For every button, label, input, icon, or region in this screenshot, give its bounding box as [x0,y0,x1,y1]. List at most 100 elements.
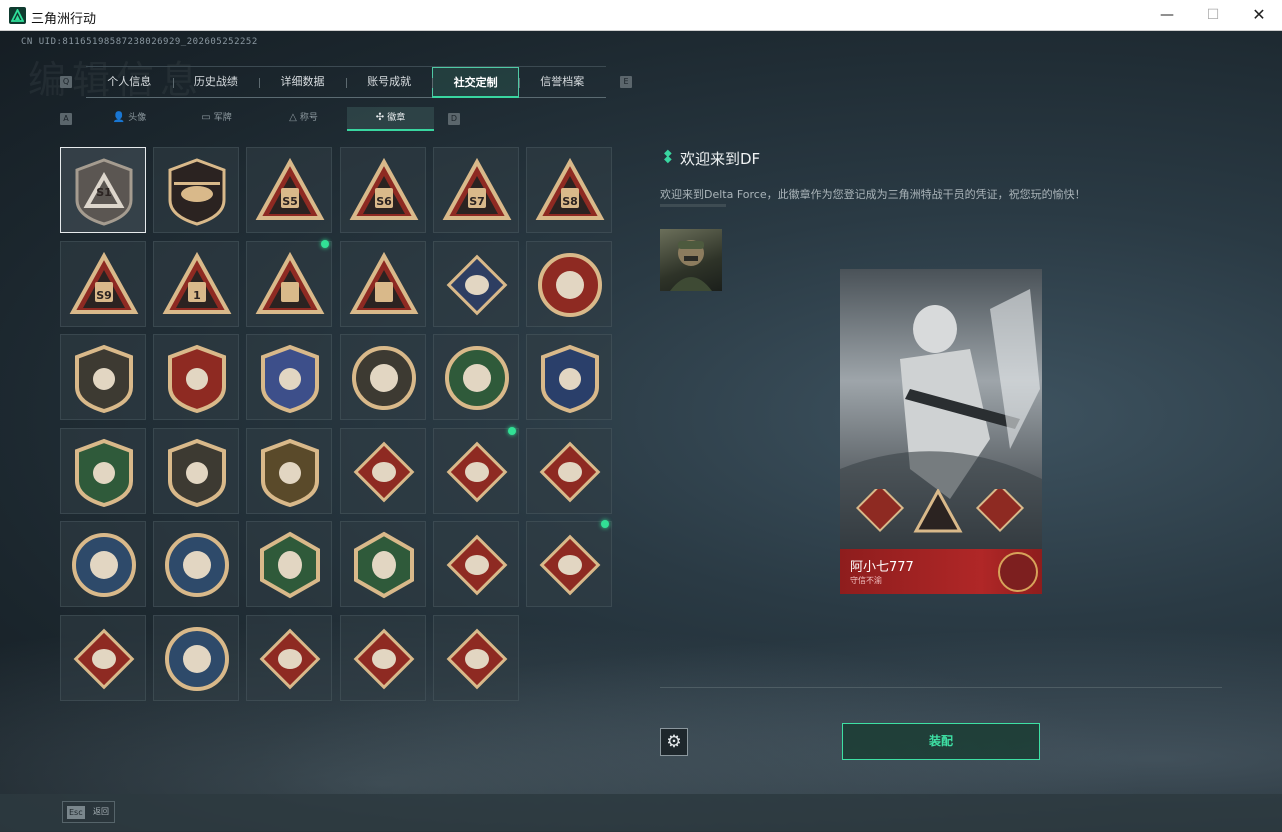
tab-separator [172,78,174,88]
badge-diamond-red-icon [539,534,601,596]
subtab-1[interactable]: 👤 头像 [86,107,173,131]
badge-slot[interactable] [339,334,426,420]
subtab-4[interactable]: ✣ 徽章 [347,107,434,131]
card-name-bar: 阿小七777 守信不渝 [840,549,1042,594]
back-button[interactable]: Esc 返回 [62,801,115,823]
badge-slot[interactable]: S1 [60,147,146,233]
badge-slot[interactable]: 1 [153,240,240,327]
equip-button[interactable]: 装配 [842,723,1040,760]
new-indicator-dot [321,239,330,248]
main-tabs: 个人信息 历史战绩 详细数据 账号成就 社交定制 信誉档案 [86,66,606,98]
app-window: 三角洲行动 — ☐ ✕ 编辑信息 CN UID:8116519858723802… [0,0,1282,832]
badge-round-blue-icon [165,626,230,691]
badge-slot[interactable]: S5 [246,147,333,233]
badge-slot[interactable] [432,240,519,327]
subtab-label: 头像 [128,113,147,123]
badge-slot[interactable] [153,147,240,233]
badge-tri-icon: S8 [535,157,605,220]
badge-slot[interactable] [432,521,519,607]
badge-shield-red-icon [168,344,227,413]
badge-hex-green-icon [260,531,321,599]
minimize-button[interactable]: — [1144,0,1190,31]
badge-slot[interactable] [526,240,612,327]
tab-2[interactable]: 历史战绩 [173,67,260,98]
badge-slot[interactable] [339,521,426,607]
badge-slot[interactable] [526,427,612,514]
person-icon: 👤 [112,112,126,123]
badge-slot[interactable]: S7 [432,147,519,233]
badge-shield-gold-icon [75,344,133,413]
badge-slot[interactable] [526,334,612,420]
player-uid: CN UID:81165198587238026929_202605252252 [21,37,258,47]
badge-slot[interactable]: S6 [339,147,426,233]
badge-shield-blue-icon [261,344,320,413]
tab-1[interactable]: 个人信息 [86,67,173,98]
tab-3[interactable]: 详细数据 [259,67,346,98]
badge-shield-brown-icon [168,438,227,507]
tab-4[interactable]: 账号成就 [346,67,433,98]
badge-round-gold-icon [351,346,416,410]
subtab-prev-key[interactable]: A [60,113,72,125]
badge-tri-icon: S9 [69,251,139,314]
badge-slot[interactable] [60,614,146,701]
badge-tri-icon [255,251,325,314]
title-marker-icon: ◆ ◆ [664,148,672,165]
badge-slot[interactable] [153,427,240,514]
svg-text:S9: S9 [96,289,112,302]
gear-icon[interactable]: ⚙ [660,728,688,756]
badge-heli-icon [168,158,226,226]
svg-text:S1: S1 [96,186,112,199]
player-card-preview: 阿小七777 守信不渝 [840,269,1042,594]
svg-text:S5: S5 [283,195,299,208]
tab-next-key[interactable]: E [620,76,632,88]
subtab-3[interactable]: △ 称号 [260,107,347,131]
badge-slot[interactable]: S9 [60,240,146,327]
badge-slot[interactable] [432,426,519,514]
badge-slot[interactable] [246,334,333,420]
badge-slot[interactable] [432,334,519,420]
badge-diamond-red-icon [353,441,414,502]
badge-slot[interactable] [246,239,333,327]
title-icon: △ [289,112,297,123]
window-title: 三角洲行动 [31,12,97,27]
subtab-next-key[interactable]: D [448,113,460,125]
tab-separator [432,78,434,88]
badge-slot[interactable] [246,427,333,514]
card-emblem-icon [998,552,1038,592]
svg-text:S6: S6 [376,195,392,208]
tab-prev-key[interactable]: Q [60,76,72,88]
badge-icon: ✣ [375,112,385,123]
close-button[interactable]: ✕ [1236,0,1282,31]
badge-slot[interactable] [432,614,519,701]
badge-slot[interactable] [60,334,146,420]
badge-slot[interactable] [153,614,240,701]
player-avatar[interactable] [660,229,722,291]
subtab-2[interactable]: ▭ 军牌 [173,107,260,131]
badge-slot[interactable] [153,334,240,420]
badge-slot[interactable] [153,521,240,607]
app-logo-icon [9,7,26,24]
badge-slot[interactable] [246,614,333,701]
tab-5[interactable]: 社交定制 [432,67,519,98]
card-player-name: 阿小七777 [850,560,914,575]
badge-diamond-blue-icon [446,254,508,315]
badge-slot[interactable]: S8 [526,147,612,233]
badge-shield-delta-icon: S1 [75,158,133,226]
subtab-label: 徽章 [387,113,406,123]
new-indicator-dot [507,426,516,435]
badge-slot[interactable] [60,521,146,607]
badge-diamond-red-icon [446,534,508,596]
esc-key: Esc [67,806,85,819]
maximize-button[interactable]: ☐ [1190,0,1236,31]
badge-slot[interactable] [339,614,426,701]
tab-6[interactable]: 信誉档案 [519,67,606,98]
badge-slot[interactable] [339,427,426,514]
badge-slot[interactable] [339,240,426,327]
badge-slot[interactable] [246,521,333,607]
badge-description: 欢迎来到Delta Force，此徽章作为您登记成为三角洲特战干员的凭证，祝您玩… [660,188,1086,201]
badge-round-blue-icon [165,533,230,597]
description-underline [660,204,726,207]
badge-slot[interactable] [60,427,146,514]
badge-slot[interactable] [526,520,612,607]
badge-tri-icon: S5 [255,157,325,220]
